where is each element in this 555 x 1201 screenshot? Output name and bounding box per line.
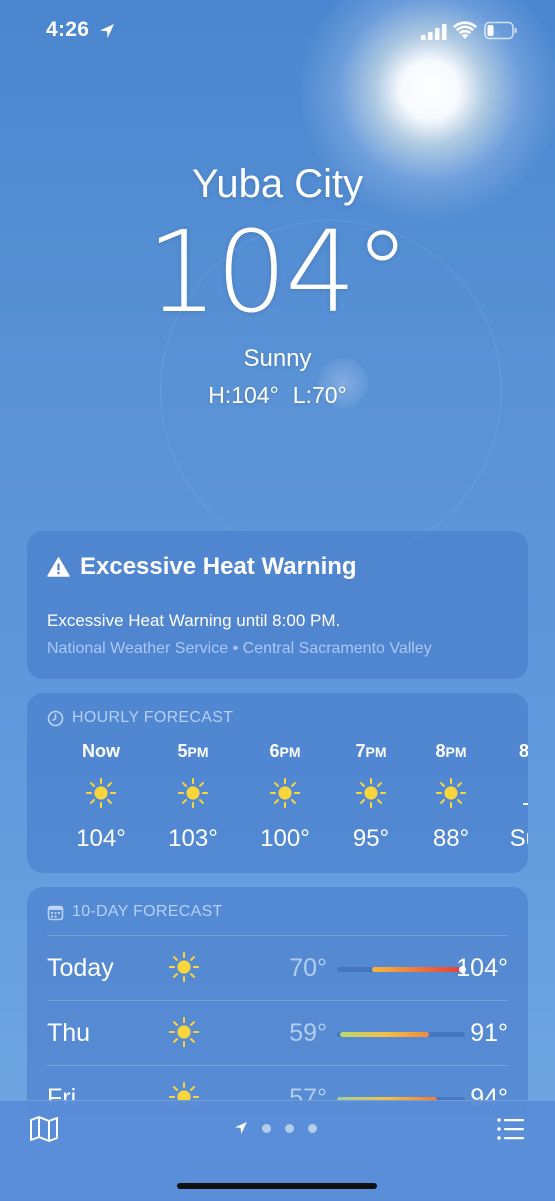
ten-day-forecast-card[interactable]: 10-DAY FORECAST Today 70° 104° Thu 59° 9… [27,887,528,1117]
hour-icon-wrap [61,773,141,813]
hourly-item: Now 104° [61,741,141,853]
hourly-forecast-card[interactable]: HOURLY FORECAST Now 104° 5PM 103° 6PM 10… [27,693,528,873]
hourly-header: HOURLY FORECAST [47,709,233,727]
hourly-item: 6PM 100° [245,741,325,853]
day-high: 104° [456,954,508,982]
hour-icon-wrap [245,773,325,813]
page-indicator[interactable] [234,1121,317,1135]
day-row[interactable]: Today 70° 104° [47,935,508,1000]
hour-label: 5PM [177,741,209,761]
status-time: 4:26 [46,18,90,41]
hourly-header-label: HOURLY FORECAST [72,709,234,726]
calendar-icon [47,905,64,920]
sun-icon [178,778,208,808]
battery-icon [484,21,517,40]
location-arrow-icon [100,24,114,38]
cellular-signal-icon [421,24,447,40]
hour-label: Now [82,741,120,761]
day-row[interactable]: Thu 59° 91° [47,1000,508,1065]
hour-label: 7PM [355,741,387,761]
hour-icon-wrap [331,773,411,813]
day-icon-wrap [168,951,200,987]
sun-icon [436,778,466,808]
status-bar: 4:26 [0,0,555,62]
hour-temp: Suns [509,825,528,852]
day-name: Thu [47,1019,91,1047]
hour-label: 8PM [435,741,467,761]
sun-icon [168,1016,200,1048]
day-high: 91° [470,1019,508,1047]
location-arrow-icon [235,1122,247,1134]
ten-day-header-label: 10-DAY FORECAST [72,903,223,920]
low-temp: L:70° [292,382,347,408]
hourly-scroll[interactable]: Now 104° 5PM 103° 6PM 100° 7PM 95° 8PM 8… [27,741,528,871]
alert-title: Excessive Heat Warning [80,553,357,580]
temp-range-track [337,966,466,973]
sunset-icon [523,803,528,805]
sun-icon [356,778,386,808]
page-dot[interactable] [262,1123,271,1133]
wifi-icon [453,21,477,39]
hour-temp: 100° [260,825,310,852]
list-icon[interactable] [496,1115,526,1143]
current-temperature: 104° [146,208,411,338]
hour-label: 6PM [269,741,301,761]
alert-source: National Weather Service • Central Sacra… [47,640,432,657]
hour-temp: 95° [352,825,390,852]
home-indicator[interactable] [177,1183,377,1189]
hourly-item: 8:33 Suns [497,741,528,853]
alert-title-row: Excessive Heat Warning [47,553,357,581]
hour-temp: 104° [76,825,126,852]
hour-temp: 88° [432,825,470,852]
day-low: 70° [289,954,327,982]
temp-range-bar [339,1032,430,1037]
high-low: H:104° L:70° [0,382,555,409]
day-icon-wrap [168,1016,200,1052]
hour-label: 8:33 [518,741,528,761]
temp-range-bar [371,967,460,972]
page-dot[interactable] [285,1123,294,1133]
hour-icon-wrap [497,773,528,813]
hour-icon-wrap [411,773,491,813]
day-low: 59° [289,1019,327,1047]
current-condition: Sunny [243,345,312,372]
ten-day-header: 10-DAY FORECAST [47,903,223,921]
hourly-item: 8PM 88° [411,741,491,853]
hourly-item: 7PM 95° [331,741,411,853]
sun-icon [86,778,116,808]
high-temp: H:104° [208,382,279,408]
heat-warning-card[interactable]: Excessive Heat Warning Excessive Heat Wa… [27,531,528,679]
alert-body: Excessive Heat Warning until 8:00 PM. [47,611,341,630]
city-name: Yuba City [191,162,364,206]
clock-icon [47,710,64,726]
day-name: Today [47,954,114,982]
sun-icon [270,778,300,808]
hour-temp: 103° [168,825,218,852]
hourly-item: 5PM 103° [153,741,233,853]
hour-icon-wrap [153,773,233,813]
page-dot[interactable] [308,1123,317,1133]
sun-icon [168,951,200,983]
warning-triangle-icon [47,557,70,577]
map-icon[interactable] [29,1115,59,1143]
temp-range-track [337,1032,465,1037]
